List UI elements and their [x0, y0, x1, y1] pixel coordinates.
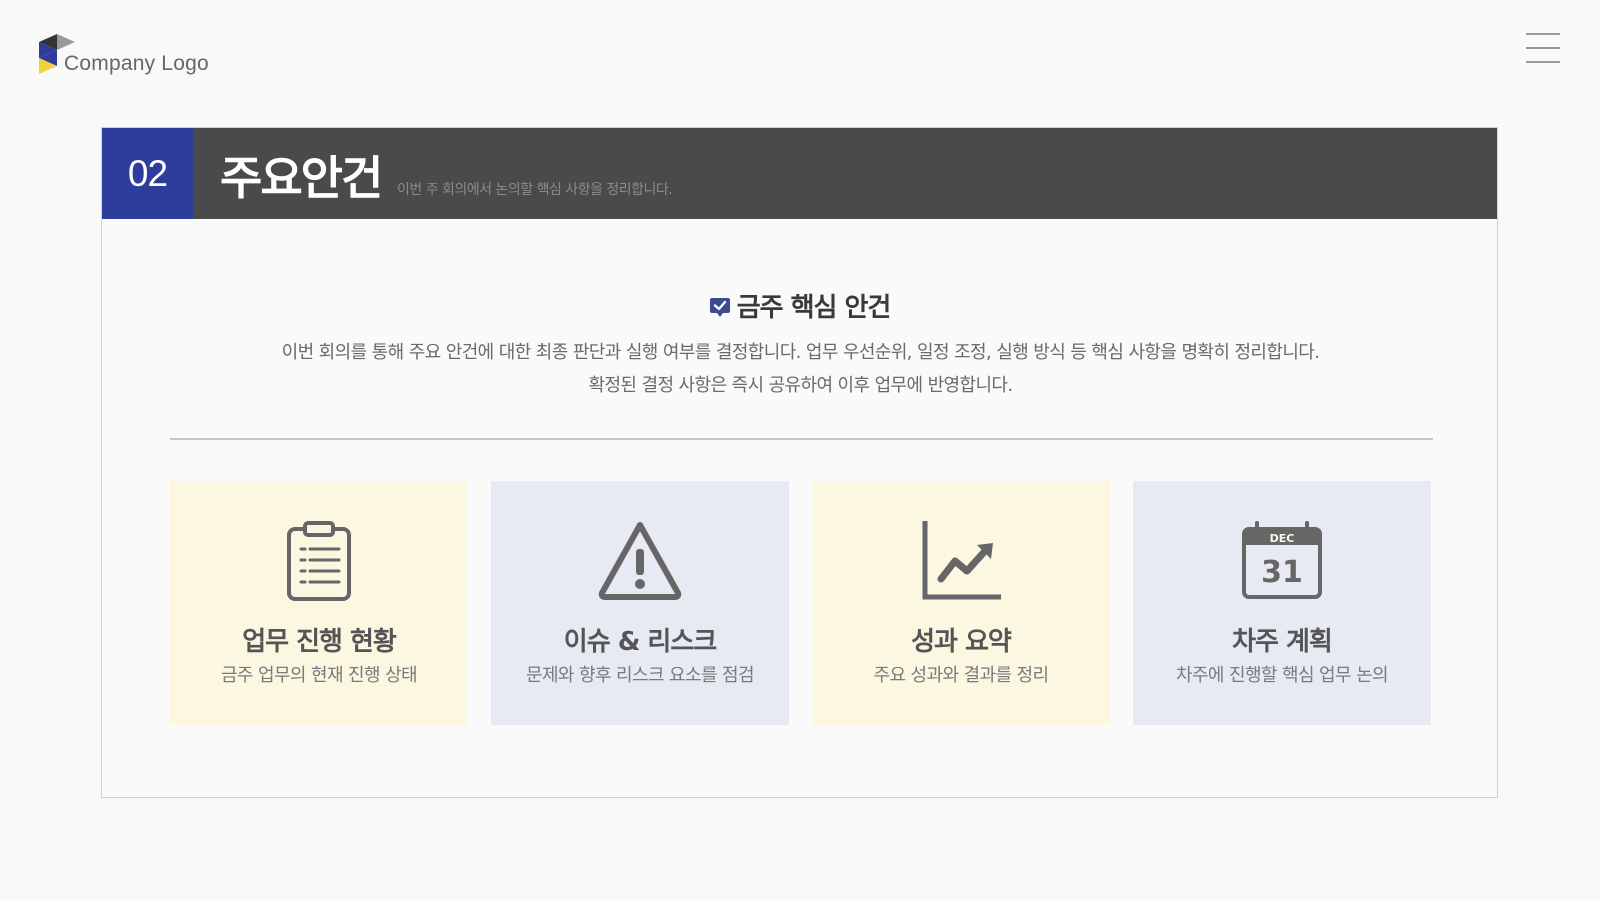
- agenda-panel: 02 주요안건 이번 주 회의에서 논의할 핵심 사항을 정리합니다. 금주 핵…: [101, 127, 1498, 798]
- card-title: 차주 계획: [1232, 627, 1333, 657]
- page-title: 주요안건: [220, 151, 383, 205]
- logo-text: Company Logo: [64, 52, 209, 75]
- card-title: 성과 요약: [911, 627, 1012, 657]
- card-issues-risks[interactable]: 이슈 & 리스크 문제와 향후 리스크 요소를 점검: [491, 481, 789, 725]
- calendar-day: 31: [1261, 555, 1303, 590]
- calendar-month: DEC: [1270, 532, 1295, 545]
- section-heading-text: 금주 핵심 안건: [736, 293, 892, 323]
- card-work-progress[interactable]: 업무 진행 현황 금주 업무의 현재 진행 상태: [170, 481, 468, 725]
- section-header: 02 주요안건 이번 주 회의에서 논의할 핵심 사항을 정리합니다.: [102, 128, 1497, 219]
- card-subtitle: 문제와 향후 리스크 요소를 점검: [526, 665, 755, 686]
- warning-icon: [598, 522, 682, 600]
- card-title: 이슈 & 리스크: [563, 627, 717, 657]
- divider: [170, 438, 1433, 440]
- clipboard-icon: [287, 521, 351, 601]
- calendar-icon: DEC 31: [1242, 521, 1322, 599]
- card-title: 업무 진행 현황: [242, 627, 397, 657]
- page-subtitle: 이번 주 회의에서 논의할 핵심 사항을 정리합니다.: [397, 182, 673, 198]
- section-heading: 금주 핵심 안건: [102, 287, 1497, 324]
- section-description-line2: 확정된 결정 사항은 즉시 공유하여 이후 업무에 반영합니다.: [588, 375, 1013, 396]
- card-performance-summary[interactable]: 성과 요약 주요 성과와 결과를 정리: [812, 481, 1110, 725]
- card-subtitle: 차주에 진행할 핵심 업무 논의: [1175, 665, 1389, 686]
- card-next-week-plan[interactable]: DEC 31 차주 계획 차주에 진행할 핵심 업무 논의: [1133, 481, 1431, 725]
- section-description-line1: 이번 회의를 통해 주요 안건에 대한 최종 판단과 실행 여부를 결정합니다.…: [281, 342, 1320, 363]
- check-badge-icon: [709, 298, 730, 317]
- section-description: 이번 회의를 통해 주요 안건에 대한 최종 판단과 실행 여부를 결정합니다.…: [162, 336, 1439, 402]
- chart-trend-icon: [922, 521, 1001, 600]
- section-number: 02: [102, 128, 193, 219]
- hamburger-menu-icon[interactable]: [1526, 33, 1560, 63]
- card-subtitle: 금주 업무의 현재 진행 상태: [220, 665, 418, 686]
- card-subtitle: 주요 성과와 결과를 정리: [873, 665, 1050, 686]
